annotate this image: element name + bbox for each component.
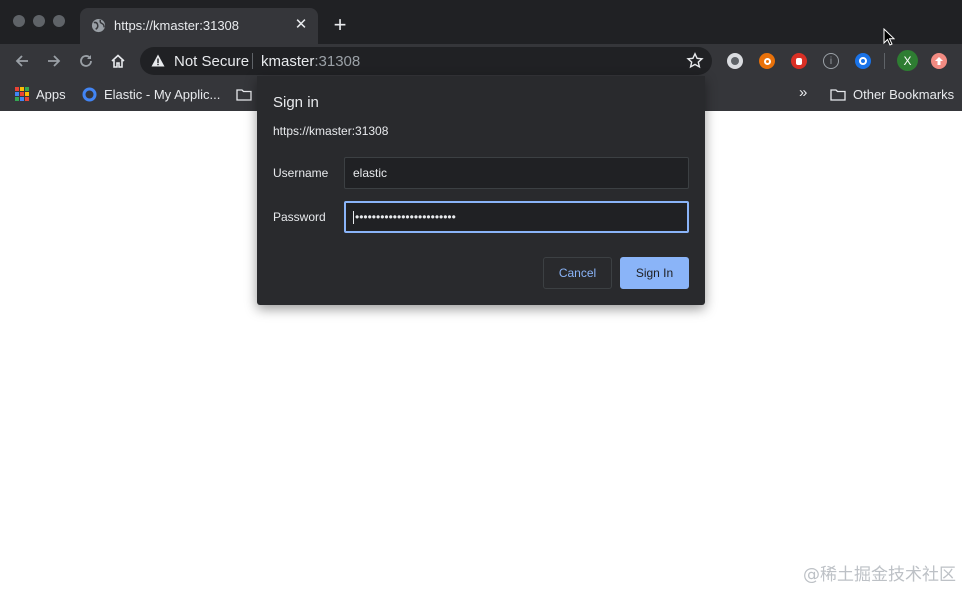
dialog-url: https://kmaster:31308 — [273, 124, 389, 138]
text-caret — [353, 211, 354, 225]
extension-ring-icon[interactable] — [855, 53, 871, 69]
home-icon[interactable] — [107, 50, 129, 72]
bookmark-apps[interactable]: Apps — [15, 85, 66, 103]
new-tab-icon[interactable]: + — [330, 14, 350, 36]
folder-icon — [236, 88, 252, 101]
bookmark-elastic-label: Elastic - My Applic... — [104, 86, 221, 102]
extension-divider — [884, 53, 885, 69]
username-label: Username — [273, 166, 329, 180]
security-label[interactable]: Not Secure — [174, 53, 249, 70]
update-arrow-icon[interactable] — [931, 53, 947, 69]
password-value: •••••••••••••••••••••••• — [355, 210, 456, 224]
password-field[interactable]: •••••••••••••••••••••••• — [344, 201, 689, 233]
cancel-button[interactable]: Cancel — [543, 257, 612, 289]
url-text[interactable]: kmaster:31308 — [261, 53, 360, 70]
bookmark-folder[interactable] — [236, 85, 252, 103]
bookmark-star-icon[interactable] — [686, 52, 704, 70]
dialog-title: Sign in — [273, 94, 319, 111]
sign-in-dialog: Sign in https://kmaster:31308 Username e… — [257, 76, 705, 305]
bookmark-other[interactable]: Other Bookmarks — [830, 85, 954, 103]
address-bar[interactable]: Not Secure kmaster:31308 — [140, 47, 712, 75]
browser-toolbar: Not Secure kmaster:31308 i X — [0, 44, 962, 78]
apps-grid-icon — [15, 87, 29, 101]
watermark: @稀土掘金技术社区 — [803, 565, 956, 585]
tab-close-icon[interactable]: ✕ — [292, 16, 310, 34]
minimize-window-button[interactable] — [33, 15, 45, 27]
close-window-button[interactable] — [13, 15, 25, 27]
password-label: Password — [273, 210, 326, 224]
mouse-cursor-icon — [883, 28, 895, 46]
folder-icon — [830, 88, 846, 101]
extension-lifebuoy-icon[interactable] — [759, 53, 775, 69]
title-bar: https://kmaster:31308 ✕ + — [0, 0, 962, 44]
extension-info-icon[interactable]: i — [823, 53, 839, 69]
extension-hand-icon[interactable] — [791, 53, 807, 69]
omnibox-divider — [252, 53, 253, 69]
reload-icon[interactable] — [75, 50, 97, 72]
username-value: elastic — [353, 166, 388, 180]
bookmarks-overflow-icon[interactable]: » — [799, 84, 807, 101]
elastic-ring-icon — [82, 87, 97, 101]
browser-tab[interactable]: https://kmaster:31308 ✕ — [80, 8, 318, 44]
tab-title: https://kmaster:31308 — [114, 18, 240, 33]
globe-icon — [91, 18, 106, 33]
username-field[interactable]: elastic — [344, 157, 689, 189]
bookmark-elastic[interactable]: Elastic - My Applic... — [82, 85, 220, 103]
warning-icon — [151, 54, 165, 67]
extension-circle-icon[interactable] — [727, 53, 743, 69]
back-icon[interactable] — [11, 50, 33, 72]
zoom-window-button[interactable] — [53, 15, 65, 27]
bookmark-other-label: Other Bookmarks — [853, 86, 955, 102]
url-port: :31308 — [314, 53, 361, 70]
bookmark-apps-label: Apps — [36, 86, 66, 102]
sign-in-button[interactable]: Sign In — [620, 257, 689, 289]
forward-icon[interactable] — [43, 50, 65, 72]
profile-avatar[interactable]: X — [897, 50, 918, 71]
url-host: kmaster — [261, 53, 315, 70]
